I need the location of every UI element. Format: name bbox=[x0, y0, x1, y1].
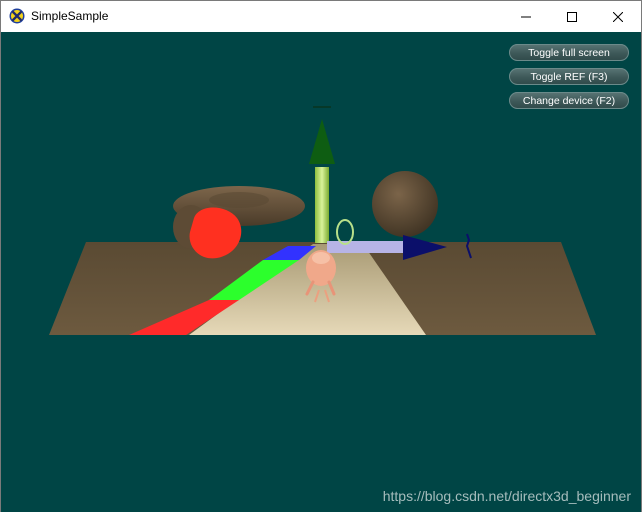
directx-app-icon bbox=[9, 8, 25, 24]
rotation-ring bbox=[336, 219, 354, 245]
y-axis-shaft bbox=[315, 167, 329, 243]
close-button[interactable] bbox=[595, 1, 641, 32]
toggle-full-screen-button[interactable]: Toggle full screen bbox=[509, 44, 629, 61]
render-viewport[interactable]: Toggle full screen Toggle REF (F3) Chang… bbox=[1, 32, 641, 512]
x-axis-shaft bbox=[327, 241, 403, 253]
brown-sphere bbox=[372, 171, 438, 237]
title-bar[interactable]: SimpleSample bbox=[1, 1, 641, 32]
maximize-button[interactable] bbox=[549, 1, 595, 32]
watermark-text: https://blog.csdn.net/directx3d_beginner bbox=[382, 488, 631, 504]
toggle-ref-button[interactable]: Toggle REF (F3) bbox=[509, 68, 629, 85]
close-icon bbox=[613, 11, 623, 22]
y-axis-head bbox=[309, 119, 335, 164]
minimize-button[interactable] bbox=[503, 1, 549, 32]
minimize-icon bbox=[521, 12, 531, 22]
maximize-icon bbox=[567, 11, 577, 22]
app-window: SimpleSample Toggle full screen Toggle R… bbox=[0, 0, 642, 512]
change-device-button[interactable]: Change device (F2) bbox=[509, 92, 629, 109]
window-title: SimpleSample bbox=[31, 9, 109, 23]
